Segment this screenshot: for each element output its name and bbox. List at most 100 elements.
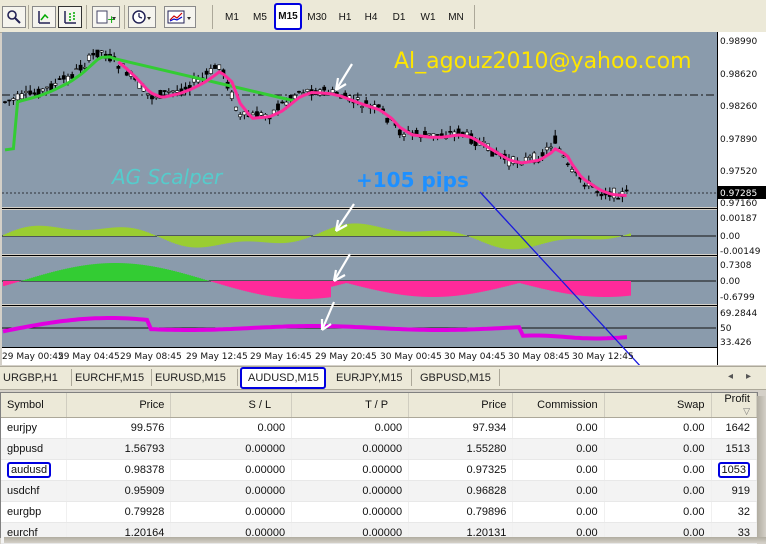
timeframe-h4-button[interactable]: H4: [360, 7, 382, 27]
histogram-bar: [387, 229, 389, 236]
histogram-bar: [573, 236, 575, 239]
chart-shift-icon[interactable]: [58, 6, 82, 28]
candle-body: [117, 66, 120, 68]
histogram-bar: [163, 236, 165, 239]
tab-eurchf-m15[interactable]: EURCHF,M15: [72, 369, 152, 386]
histogram-bar: [15, 230, 17, 236]
histogram-bar: [417, 232, 419, 236]
histogram-bar: [195, 236, 197, 248]
price-label: 0.98620: [720, 70, 757, 80]
histogram-bar: [463, 281, 465, 295]
histogram-bar: [433, 231, 435, 236]
histogram-bar: [553, 281, 555, 291]
histogram-bar: [101, 229, 103, 236]
col-header-swap[interactable]: Swap: [604, 393, 711, 418]
histogram-bar: [543, 236, 545, 243]
tab-scroll-right-icon[interactable]: ▸: [746, 371, 751, 382]
table-row[interactable]: gbpusd 1.56793 0.00000 0.00000 1.55280 0…: [1, 439, 757, 460]
histogram-bar: [167, 270, 169, 281]
timeframe-m15-button[interactable]: M15: [274, 3, 302, 30]
timeframe-m5-button[interactable]: M5: [248, 7, 272, 27]
col-header-symbol[interactable]: Symbol: [1, 393, 67, 418]
histogram-bar: [507, 281, 509, 286]
timeframe-w1-button[interactable]: W1: [416, 7, 440, 27]
histogram-bar: [123, 263, 125, 281]
histogram-bar: [189, 236, 191, 247]
periods-clock-icon[interactable]: [128, 6, 156, 28]
table-row[interactable]: audusd 0.98378 0.00000 0.00000 0.97325 0…: [1, 460, 757, 481]
histogram-bar: [601, 281, 603, 297]
histogram-bar: [395, 281, 397, 294]
pips-overlay: +105 pips: [356, 168, 469, 192]
histogram-bar: [373, 281, 375, 290]
histogram-bar: [337, 281, 339, 285]
histogram-bar: [321, 281, 323, 298]
timeframe-m1-button[interactable]: M1: [220, 7, 244, 27]
histogram-bar: [363, 224, 365, 236]
histogram-bar: [39, 275, 41, 281]
tab-scroll-left-icon[interactable]: ◂: [728, 371, 733, 382]
histogram-bar: [7, 233, 9, 236]
histogram-bar: [513, 236, 515, 249]
histogram-bar: [597, 236, 599, 239]
histogram-bar: [85, 265, 87, 281]
histogram-bar: [557, 281, 559, 292]
histogram-bar: [591, 236, 593, 239]
histogram-bar: [389, 229, 391, 236]
tab-eurjpy-m15[interactable]: EURJPY,M15: [328, 369, 412, 386]
candle-body: [24, 91, 27, 92]
histogram-bar: [467, 281, 469, 294]
histogram-bar: [383, 281, 385, 292]
histogram-bar: [67, 229, 69, 236]
col-header-close-price[interactable]: Price: [409, 393, 513, 418]
tab-eurusd-m15[interactable]: EURUSD,M15: [152, 369, 238, 386]
histogram-bar: [497, 236, 499, 247]
col-header-profit[interactable]: Profit ▽: [711, 393, 756, 418]
table-row[interactable]: eurgbp 0.79928 0.00000 0.00000 0.79896 0…: [1, 502, 757, 523]
ind2-label: -0.6799: [720, 293, 755, 303]
histogram-bar: [403, 231, 405, 236]
zoom-in-icon[interactable]: [2, 6, 26, 28]
timeframe-d1-button[interactable]: D1: [388, 7, 410, 27]
timeframe-h1-button[interactable]: H1: [334, 7, 356, 27]
table-row[interactable]: eurjpy 99.576 0.000 0.000 97.934 0.00 0.…: [1, 418, 757, 439]
timeframe-m30-button[interactable]: M30: [304, 7, 330, 27]
histogram-bar: [579, 281, 581, 295]
histogram-bar: [351, 224, 353, 236]
col-header-sl[interactable]: S / L: [171, 393, 292, 418]
tab-urgbp-h1[interactable]: URGBP,H1: [0, 369, 72, 386]
candle-body: [570, 169, 573, 171]
histogram-bar: [295, 281, 297, 299]
col-header-price[interactable]: Price: [67, 393, 171, 418]
table-row[interactable]: usdchf 0.95909 0.00000 0.00000 0.96828 0…: [1, 481, 757, 502]
add-indicator-icon[interactable]: +: [92, 6, 120, 28]
histogram-bar: [617, 281, 619, 297]
timeframe-mn-button[interactable]: MN: [444, 7, 468, 27]
histogram-bar: [589, 236, 591, 239]
crosshair-cursor-icon[interactable]: [32, 6, 56, 28]
histogram-bar: [55, 271, 57, 281]
histogram-bar: [399, 231, 401, 236]
tab-audusd-m15[interactable]: AUDUSD,M15: [240, 367, 326, 389]
histogram-bar: [279, 236, 281, 243]
templates-icon[interactable]: [164, 6, 196, 28]
tab-gbpusd-m15[interactable]: GBPUSD,M15: [414, 369, 500, 386]
histogram-bar: [19, 229, 21, 236]
histogram-bar: [553, 236, 555, 241]
histogram-bar: [287, 236, 289, 243]
histogram-bar: [619, 281, 621, 297]
histogram-bar: [393, 281, 395, 294]
histogram-bar: [375, 281, 377, 290]
col-header-tp[interactable]: T / P: [292, 393, 409, 418]
candle-body: [285, 102, 288, 105]
histogram-bar: [369, 225, 371, 236]
histogram-bar: [79, 266, 81, 281]
histogram-bar: [315, 281, 317, 299]
histogram-bar: [611, 281, 613, 297]
chart-window[interactable]: Al_agouz2010@yahoo.com AG Scalper +105 p…: [0, 32, 766, 365]
histogram-bar: [357, 281, 359, 286]
histogram-bar: [501, 281, 503, 287]
histogram-bar: [199, 236, 201, 247]
histogram-bar: [53, 272, 55, 281]
col-header-commission[interactable]: Commission: [513, 393, 604, 418]
